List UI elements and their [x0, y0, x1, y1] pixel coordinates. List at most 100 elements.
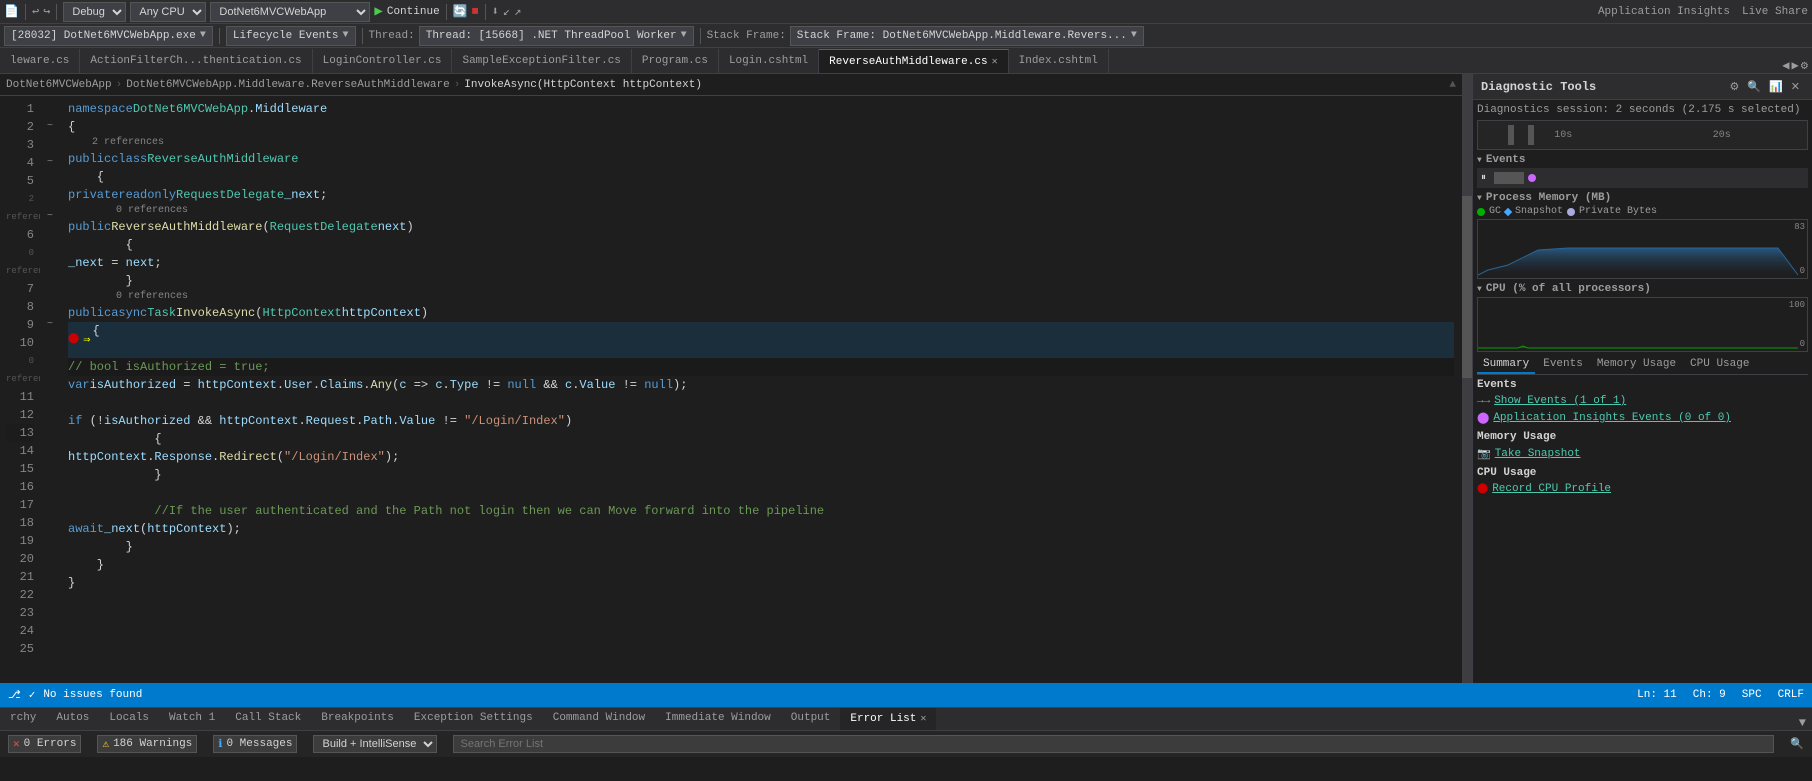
- errors-filter[interactable]: ✕ 0 Errors: [8, 735, 81, 753]
- cpu-section-header[interactable]: ▼ CPU (% of all processors): [1477, 283, 1808, 295]
- events-dot: [1528, 174, 1536, 182]
- take-snapshot-link[interactable]: Take Snapshot: [1495, 448, 1581, 460]
- live-share-btn[interactable]: Live Share: [1742, 6, 1808, 18]
- tab-settings-icon[interactable]: ⚙: [1801, 58, 1808, 73]
- breadcrumb-method[interactable]: InvokeAsync(HttpContext httpContext): [464, 79, 702, 91]
- tab-reverseauth-close[interactable]: ✕: [992, 56, 998, 68]
- diag-chart-btn[interactable]: 📊: [1765, 78, 1787, 95]
- stack-frame-arrow[interactable]: ▼: [1131, 30, 1137, 41]
- tab-reverseauth[interactable]: ReverseAuthMiddleware.cs ✕: [819, 49, 1008, 73]
- lifecycle-selector[interactable]: Lifecycle Events ▼: [226, 26, 356, 46]
- events-section-header[interactable]: ▼ Events: [1477, 154, 1808, 166]
- tab-index[interactable]: Index.cshtml: [1009, 49, 1109, 73]
- events-collapse-icon[interactable]: ▼: [1477, 156, 1482, 165]
- diag-close-btn[interactable]: ✕: [1787, 78, 1804, 95]
- tab-leware[interactable]: leware.cs: [0, 49, 80, 73]
- diag-tab-memory[interactable]: Memory Usage: [1591, 356, 1682, 374]
- tab-scroll-right[interactable]: ▶: [1792, 58, 1799, 73]
- tab-leware-label: leware.cs: [10, 55, 69, 67]
- diag-settings-btn[interactable]: ⚙: [1726, 78, 1744, 95]
- bottom-tab-output-label: Output: [791, 712, 831, 724]
- step-out-icon[interactable]: ↗: [514, 4, 521, 19]
- platform-dropdown[interactable]: Any CPU: [130, 2, 206, 22]
- process-selector[interactable]: [28032] DotNet6MVCWebApp.exe ▼: [4, 26, 213, 46]
- tab-logincontroller[interactable]: LoginController.cs: [313, 49, 453, 73]
- diag-tab-summary[interactable]: Summary: [1477, 356, 1535, 374]
- diag-search-btn[interactable]: 🔍: [1743, 78, 1765, 95]
- record-cpu-item[interactable]: ⬤ Record CPU Profile: [1477, 481, 1808, 497]
- memory-section-header[interactable]: ▼ Process Memory (MB): [1477, 192, 1808, 204]
- diag-tab-cpu[interactable]: CPU Usage: [1684, 356, 1755, 374]
- bottom-tab-locals[interactable]: Locals: [99, 708, 159, 730]
- project-dropdown[interactable]: DotNet6MVCWebApp: [210, 2, 370, 22]
- cpu-chart[interactable]: 100 0: [1477, 297, 1808, 352]
- bottom-tab-exception[interactable]: Exception Settings: [404, 708, 543, 730]
- stack-frame-selector[interactable]: Stack Frame: DotNet6MVCWebApp.Middleware…: [790, 26, 1144, 46]
- bottom-tab-watch1[interactable]: Watch 1: [159, 708, 225, 730]
- show-events-item[interactable]: →→ Show Events (1 of 1): [1477, 393, 1808, 409]
- record-cpu-link[interactable]: Record CPU Profile: [1492, 483, 1611, 495]
- memory-collapse-icon[interactable]: ▼: [1477, 194, 1482, 203]
- stop-icon[interactable]: ⏹: [472, 4, 479, 20]
- breadcrumb-class[interactable]: DotNet6MVCWebApp.Middleware.ReverseAuthM…: [126, 79, 449, 91]
- code-gutter: − − − −: [40, 96, 60, 683]
- breadcrumb-namespace[interactable]: DotNet6MVCWebApp: [6, 79, 112, 91]
- warnings-filter[interactable]: ⚠ 186 Warnings: [97, 735, 197, 753]
- bottom-tab-command[interactable]: Command Window: [543, 708, 655, 730]
- code-content[interactable]: 1 2 3 4 5 2 references 6 0 references 7 …: [0, 96, 1462, 683]
- bottom-tab-breakpoints[interactable]: Breakpoints: [311, 708, 404, 730]
- bottom-tab-callstack[interactable]: Call Stack: [225, 708, 311, 730]
- application-insights-btn[interactable]: Application Insights: [1598, 6, 1730, 18]
- code-text[interactable]: namespace DotNet6MVCWebApp.Middleware { …: [60, 96, 1462, 683]
- cpu-collapse-icon[interactable]: ▼: [1477, 285, 1482, 294]
- bottom-tab-errorlist-close[interactable]: ✕: [920, 713, 926, 725]
- crlf-label: CRLF: [1778, 689, 1804, 701]
- diag-tab-events[interactable]: Events: [1537, 356, 1589, 374]
- tab-login[interactable]: Login.cshtml: [719, 49, 819, 73]
- diag-timeline[interactable]: 10s 20s: [1477, 120, 1808, 150]
- collapse-invoke[interactable]: −: [47, 316, 53, 334]
- step-into-icon[interactable]: ↙: [503, 4, 510, 19]
- memory-chart[interactable]: 83 0: [1477, 219, 1808, 279]
- snapshot-legend-label: Snapshot: [1515, 206, 1563, 217]
- continue-label[interactable]: Continue: [387, 6, 440, 18]
- breadcrumb-scroll-up[interactable]: ▲: [1449, 79, 1456, 91]
- collapse-class[interactable]: −: [47, 154, 53, 172]
- collapse-namespace[interactable]: −: [47, 118, 53, 136]
- redo-icon[interactable]: ↪: [43, 4, 50, 19]
- error-list-search[interactable]: [453, 735, 1774, 753]
- tab-actionfilter[interactable]: ActionFilterCh...thentication.cs: [80, 49, 312, 73]
- stack-frame-label: Stack Frame:: [707, 30, 786, 42]
- app-insights-link[interactable]: Application Insights Events (0 of 0): [1493, 412, 1731, 424]
- bottom-tab-immediate[interactable]: Immediate Window: [655, 708, 781, 730]
- thread-selector[interactable]: Thread: [15668] .NET ThreadPool Worker ▼: [419, 26, 694, 46]
- bottom-panel-collapse[interactable]: ▼: [1793, 716, 1812, 730]
- build-filter-dropdown[interactable]: Build + IntelliSense: [313, 735, 437, 753]
- thread-arrow[interactable]: ▼: [681, 30, 687, 41]
- debug-mode-dropdown[interactable]: Debug: [63, 2, 126, 22]
- bottom-tab-hierarchy[interactable]: rchy: [0, 708, 46, 730]
- lifecycle-arrow[interactable]: ▼: [342, 30, 348, 41]
- code-line-13: // bool isAuthorized = true;: [68, 358, 1454, 376]
- bottom-tab-autos[interactable]: Autos: [46, 708, 99, 730]
- bottom-tab-errorlist[interactable]: Error List ✕: [840, 708, 936, 730]
- code-line-5: private readonly RequestDelegate _next;: [68, 186, 1454, 204]
- process-dropdown-arrow[interactable]: ▼: [200, 30, 206, 41]
- continue-icon[interactable]: ▶: [374, 3, 382, 20]
- bottom-tab-output[interactable]: Output: [781, 708, 841, 730]
- collapse-ctor[interactable]: −: [47, 208, 53, 226]
- step-over-icon[interactable]: ⬇: [492, 4, 499, 19]
- app-insights-item[interactable]: ⬤ Application Insights Events (0 of 0): [1477, 409, 1808, 427]
- show-events-link[interactable]: Show Events (1 of 1): [1494, 395, 1626, 407]
- tab-sampleexception[interactable]: SampleExceptionFilter.cs: [452, 49, 631, 73]
- take-snapshot-item[interactable]: 📷 Take Snapshot: [1477, 445, 1808, 463]
- messages-filter[interactable]: ℹ 0 Messages: [213, 735, 297, 753]
- restart-icon[interactable]: 🔄: [453, 4, 468, 19]
- memory-usage-label: Memory Usage: [1477, 431, 1556, 443]
- events-pause-icon[interactable]: ⏸: [1481, 172, 1486, 184]
- undo-icon[interactable]: ↩: [32, 4, 39, 19]
- code-editor[interactable]: DotNet6MVCWebApp › DotNet6MVCWebApp.Midd…: [0, 74, 1462, 683]
- tab-scroll-left[interactable]: ◀: [1782, 58, 1789, 73]
- tab-program[interactable]: Program.cs: [632, 49, 719, 73]
- editor-vertical-scrollbar[interactable]: [1462, 74, 1472, 683]
